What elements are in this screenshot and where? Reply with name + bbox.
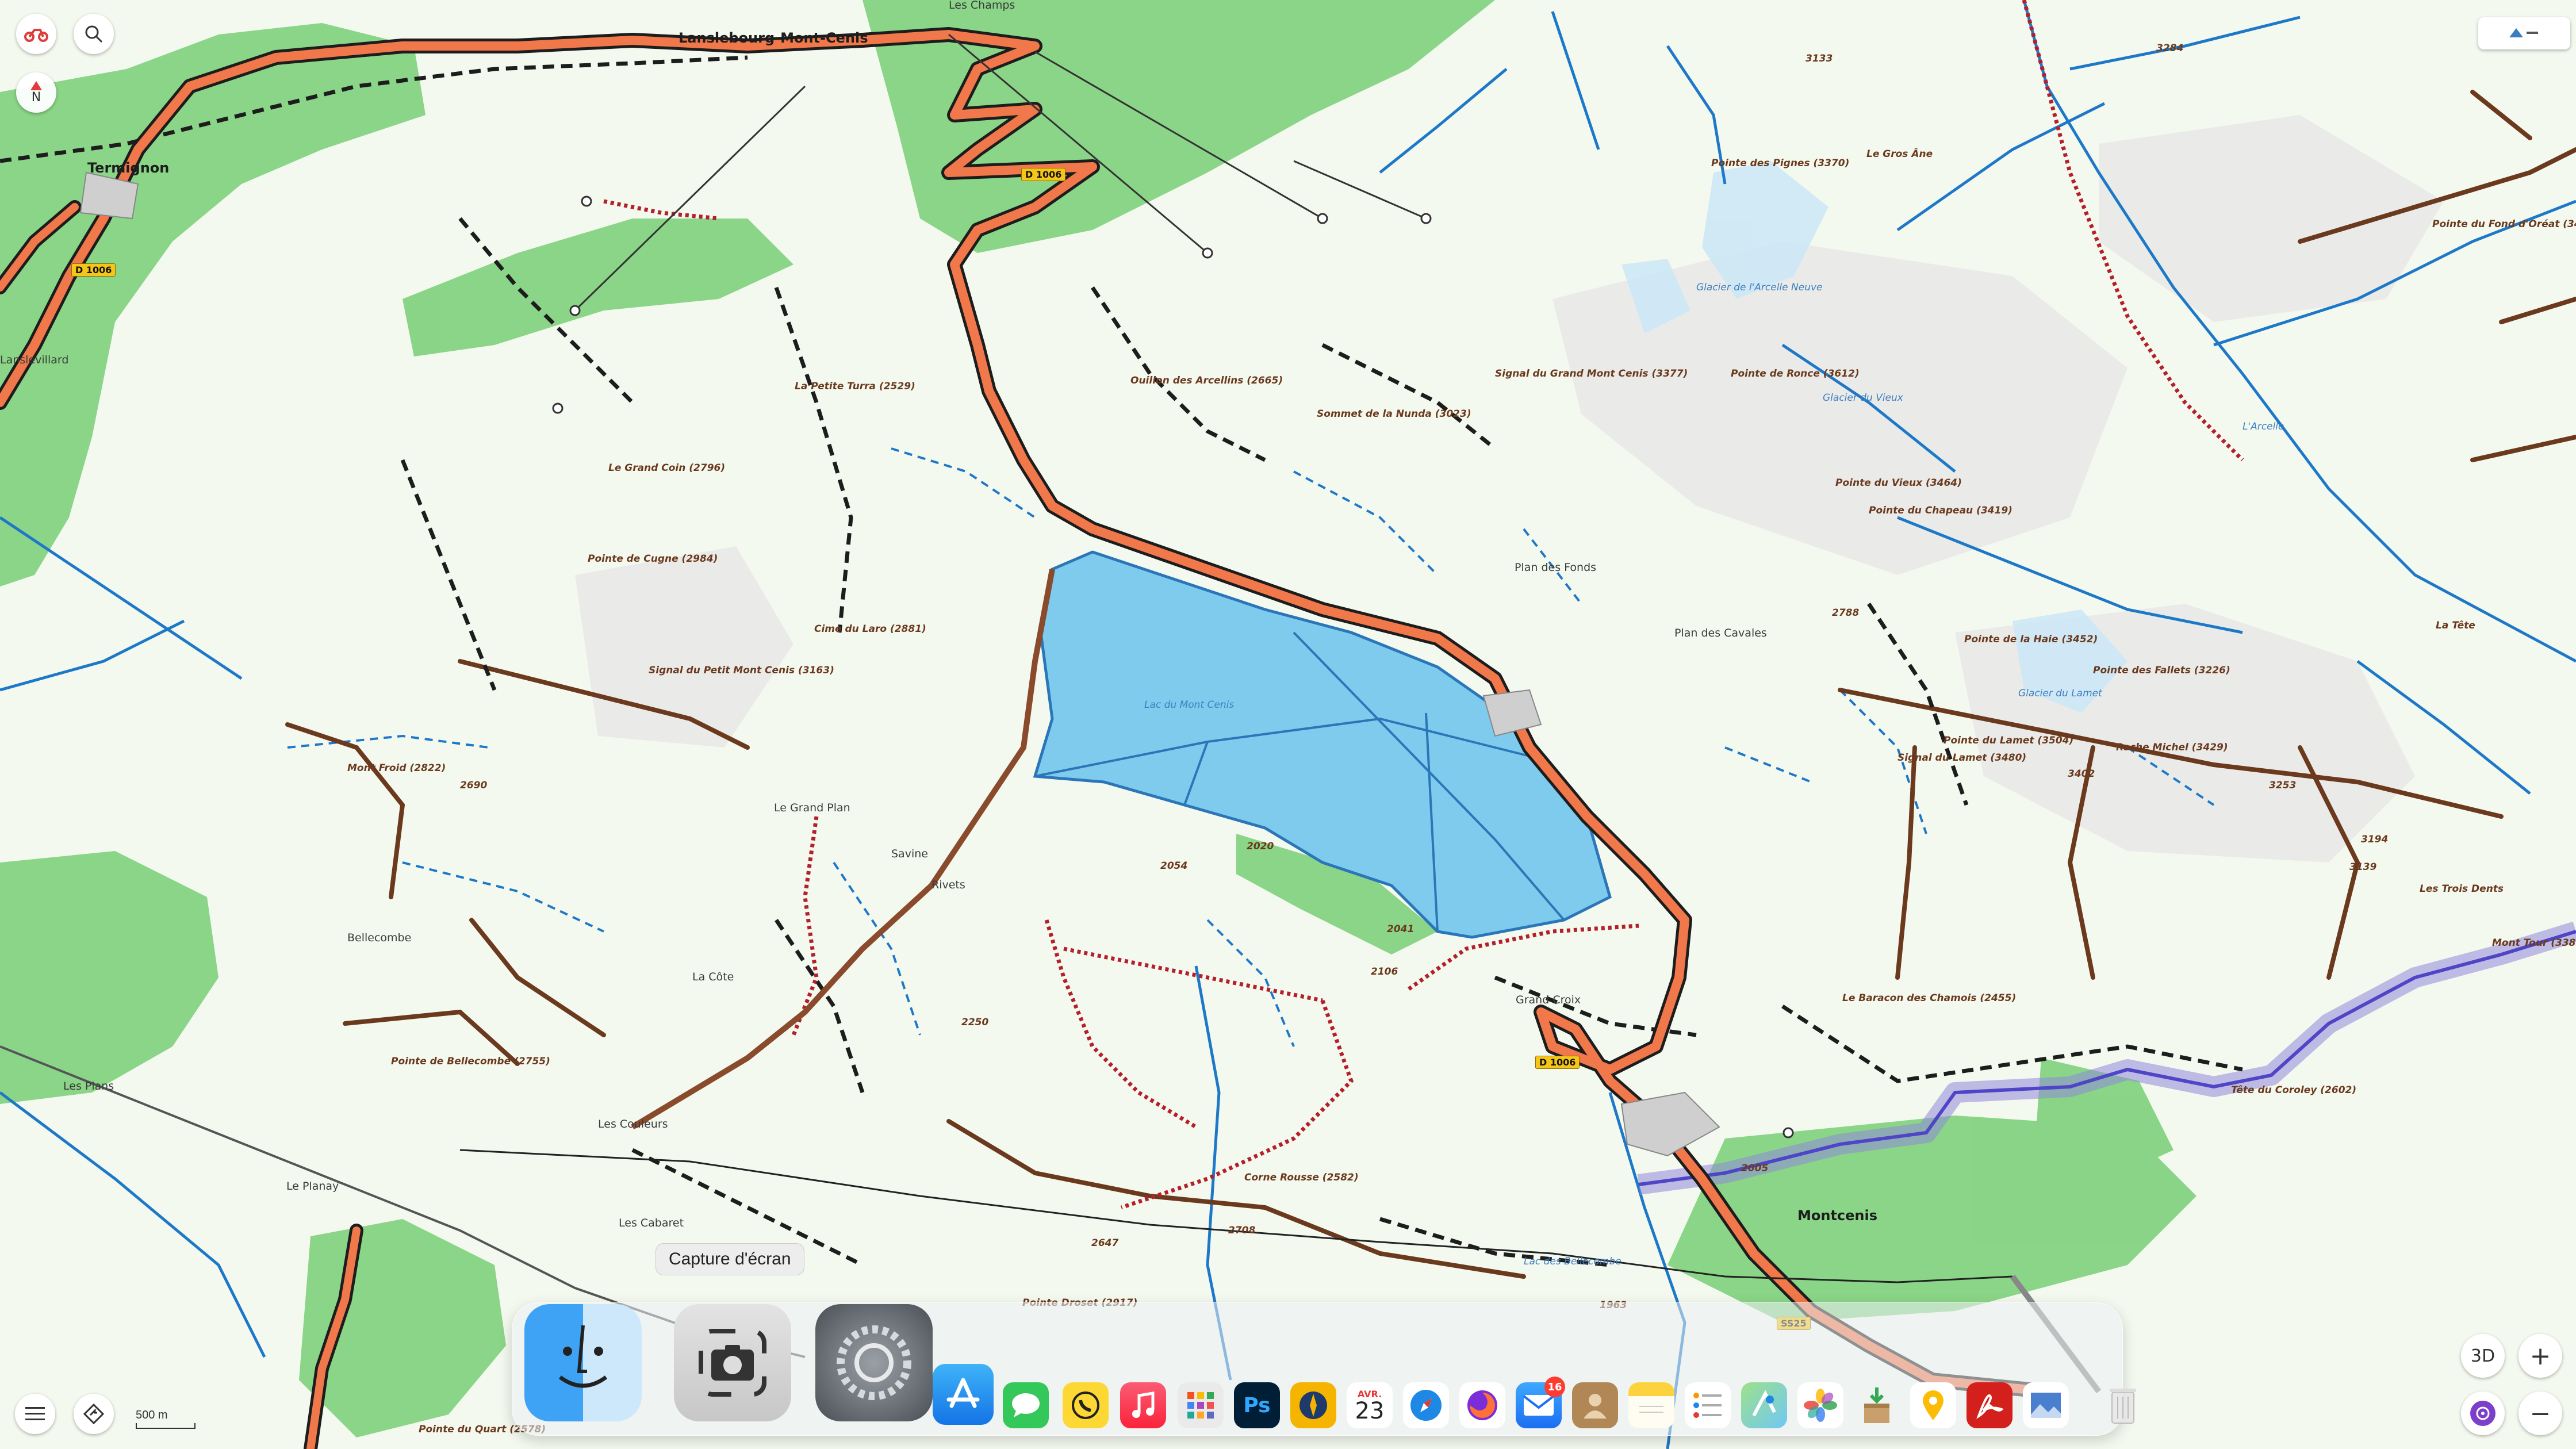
reminders-app[interactable] <box>1685 1382 1731 1428</box>
launchpad-app[interactable] <box>1178 1382 1224 1428</box>
launchpad-grid-icon <box>1187 1392 1214 1419</box>
dock-tooltip: Capture d'écran <box>656 1243 804 1275</box>
compass-arrow-icon <box>30 80 42 90</box>
notes-app[interactable] <box>1628 1382 1674 1428</box>
scale-bar: 500 m <box>136 1409 195 1429</box>
whatsapp-app[interactable] <box>1063 1382 1109 1428</box>
acrobat-icon <box>1976 1394 2004 1419</box>
zoom-out-label: − <box>2529 1398 2551 1428</box>
music-note-icon <box>1132 1392 1155 1418</box>
search-button[interactable] <box>74 14 114 54</box>
contacts-app[interactable] <box>1572 1382 1618 1428</box>
trash-icon <box>2110 1389 2136 1424</box>
layers-icon <box>2509 28 2538 37</box>
calendar-app[interactable]: AVR. 23 <box>1347 1382 1393 1428</box>
acrobat-app[interactable] <box>1966 1382 2012 1428</box>
compass-app[interactable] <box>1290 1382 1336 1428</box>
calendar-day: 23 <box>1355 1397 1385 1424</box>
motorbike-icon <box>24 29 48 42</box>
search-icon <box>85 25 103 43</box>
directions-button[interactable] <box>74 1394 114 1434</box>
zoom-in-button[interactable]: + <box>2518 1334 2562 1378</box>
3d-label: 3D <box>2470 1346 2496 1366</box>
gear-icon <box>837 1325 911 1400</box>
photoshop-label: Ps <box>1243 1393 1271 1417</box>
photos-flower-icon <box>1804 1389 1837 1422</box>
red-paths <box>603 0 2244 1210</box>
app-store-icon <box>946 1378 980 1408</box>
checklist-icon <box>1693 1393 1722 1418</box>
photoshop-app[interactable]: Ps <box>1234 1382 1280 1428</box>
motorbike-mode-button[interactable] <box>16 14 56 54</box>
compass-icon <box>1300 1392 1327 1419</box>
location-target-icon <box>2470 1401 2496 1426</box>
compass-button[interactable]: N <box>16 72 56 113</box>
safari-app[interactable] <box>1403 1382 1449 1428</box>
chat-bubble-icon <box>1012 1393 1040 1417</box>
finder-icon <box>558 1325 608 1388</box>
envelope-icon <box>1523 1395 1555 1416</box>
firefox-app[interactable] <box>1459 1382 1505 1428</box>
firefox-icon <box>1467 1390 1497 1420</box>
messages-app[interactable] <box>1003 1382 1049 1428</box>
notes-icon <box>1639 1406 1663 1413</box>
trash-app[interactable] <box>2100 1382 2146 1428</box>
installer-box-icon <box>1864 1387 1889 1423</box>
preview-app[interactable] <box>2023 1382 2069 1428</box>
menu-button[interactable] <box>15 1394 55 1434</box>
screenshot-app[interactable] <box>674 1304 791 1421</box>
3d-button[interactable]: 3D <box>2461 1334 2505 1378</box>
location-button[interactable] <box>2461 1392 2505 1435</box>
scale-line <box>136 1423 195 1429</box>
phone-icon <box>1072 1392 1099 1419</box>
preview-photo-icon <box>2031 1393 2061 1418</box>
maps-app[interactable] <box>1741 1382 1787 1428</box>
system-settings-app[interactable] <box>815 1304 933 1421</box>
photos-app[interactable] <box>1797 1382 1843 1428</box>
finder-app[interactable] <box>524 1304 642 1421</box>
zoom-in-label: + <box>2529 1341 2551 1371</box>
compass-label: N <box>31 90 41 105</box>
music-app[interactable] <box>1120 1382 1166 1428</box>
scale-label: 500 m <box>136 1409 168 1421</box>
app-store-app[interactable] <box>933 1364 994 1425</box>
map-icon <box>1752 1390 1776 1417</box>
contact-person-icon <box>1584 1394 1607 1419</box>
camera-icon <box>695 1325 766 1397</box>
installer-app[interactable] <box>1854 1382 1900 1428</box>
pins-app[interactable] <box>1910 1382 1956 1428</box>
safari-compass-icon <box>1410 1390 1442 1421</box>
layer-toggle[interactable] <box>2478 17 2570 49</box>
menu-icon <box>25 1407 45 1420</box>
zoom-out-button[interactable]: − <box>2518 1392 2562 1435</box>
directions-icon <box>83 1404 104 1424</box>
location-pin-icon <box>1923 1390 1943 1420</box>
mail-badge: 16 <box>1544 1377 1565 1397</box>
topographic-map[interactable] <box>0 0 2576 1449</box>
